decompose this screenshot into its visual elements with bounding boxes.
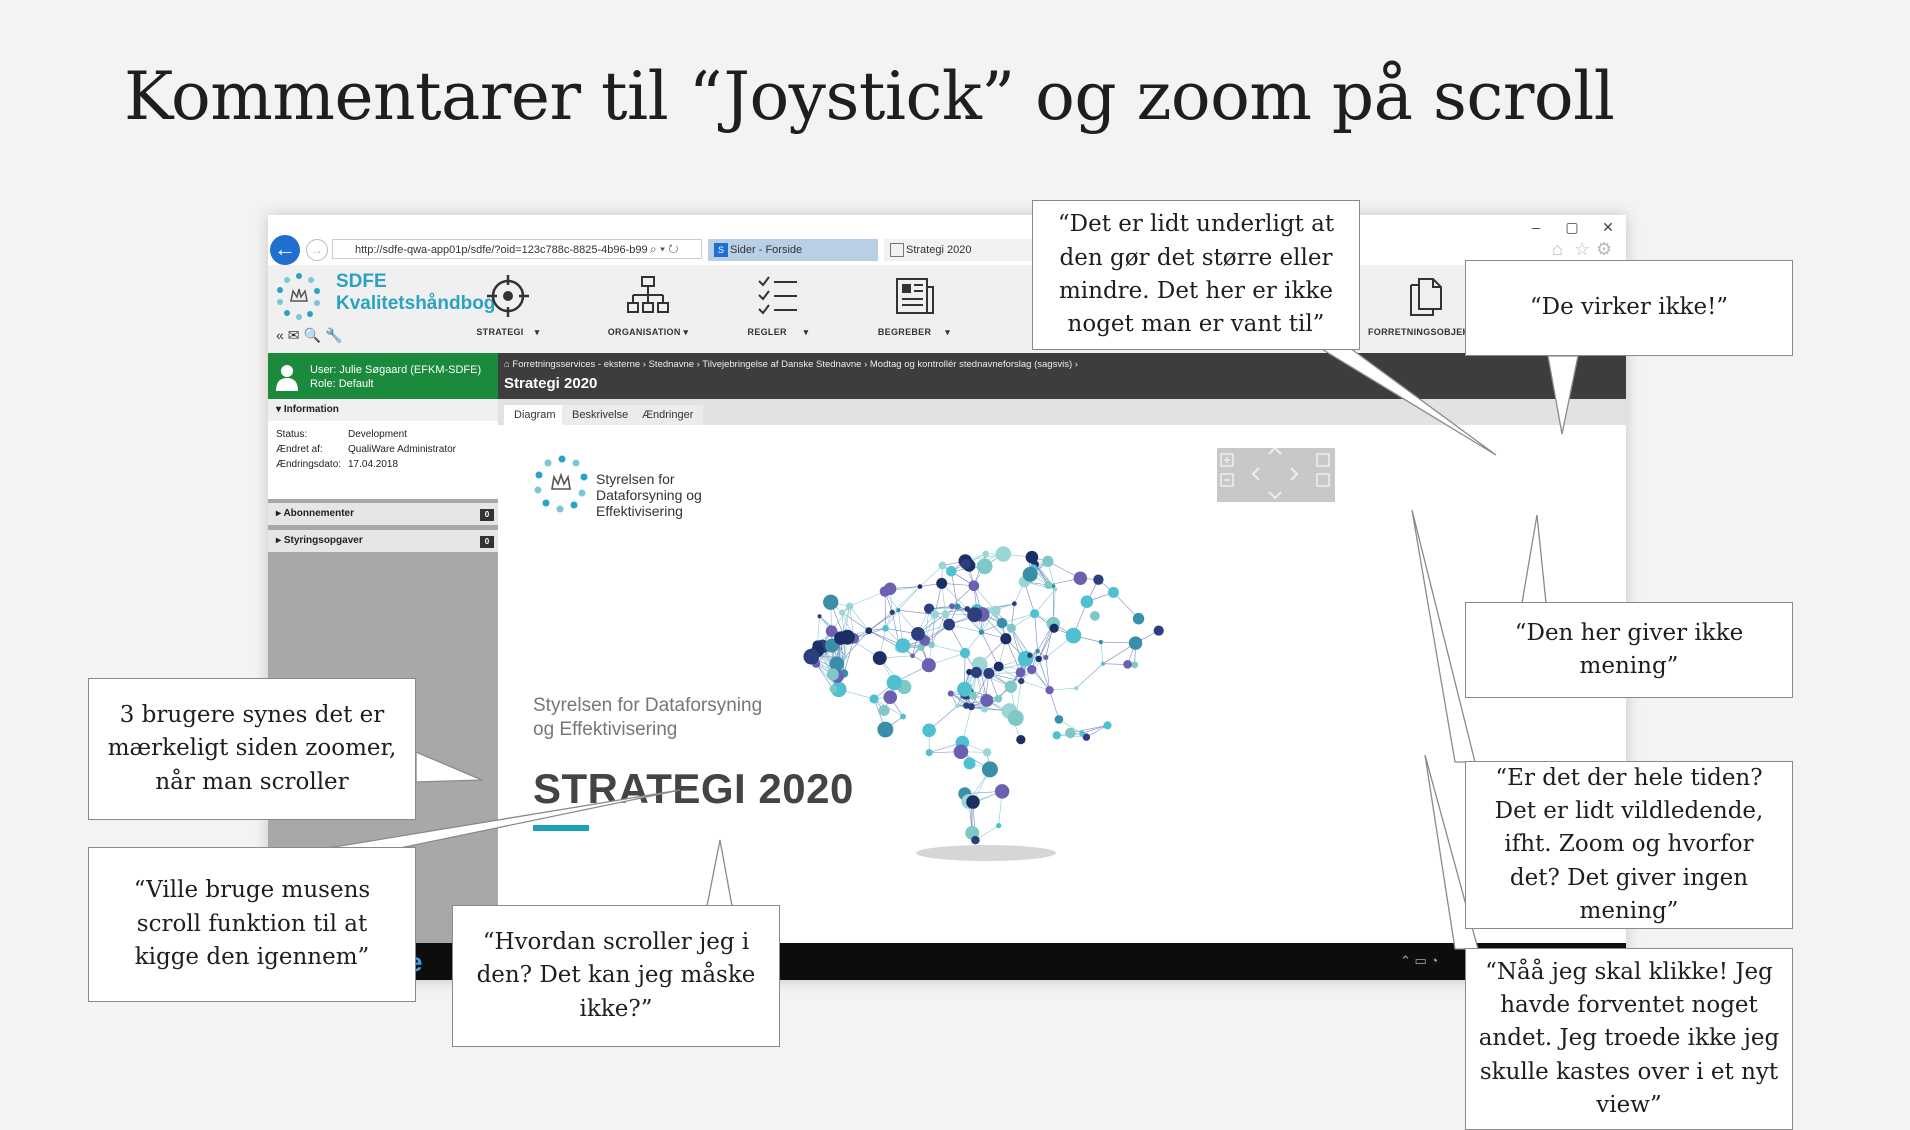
callout-naa-jeg-skal-klikke: “Nåå jeg skal klikke! Jeg havde forvente… [1465, 948, 1793, 1130]
callout-de-virker-ikke: “De virker ikke!” [1465, 260, 1793, 356]
callout-musens-scroll: “Ville bruge musens scroll funktion til … [88, 847, 416, 1002]
callout-hvordan-scroller: “Hvordan scroller jeg i den? Det kan jeg… [452, 905, 780, 1047]
callout-3-brugere-zoom: 3 brugere synes det er mærkeligt siden z… [88, 678, 416, 820]
callout-er-det-der-hele-tiden: “Er det der hele tiden? Det er lidt vild… [1465, 761, 1793, 929]
callout-underligt-zoom: “Det er lidt underligt at den gør det st… [1032, 200, 1360, 350]
callout-giver-ikke-mening: “Den her giver ikke mening” [1465, 602, 1793, 698]
